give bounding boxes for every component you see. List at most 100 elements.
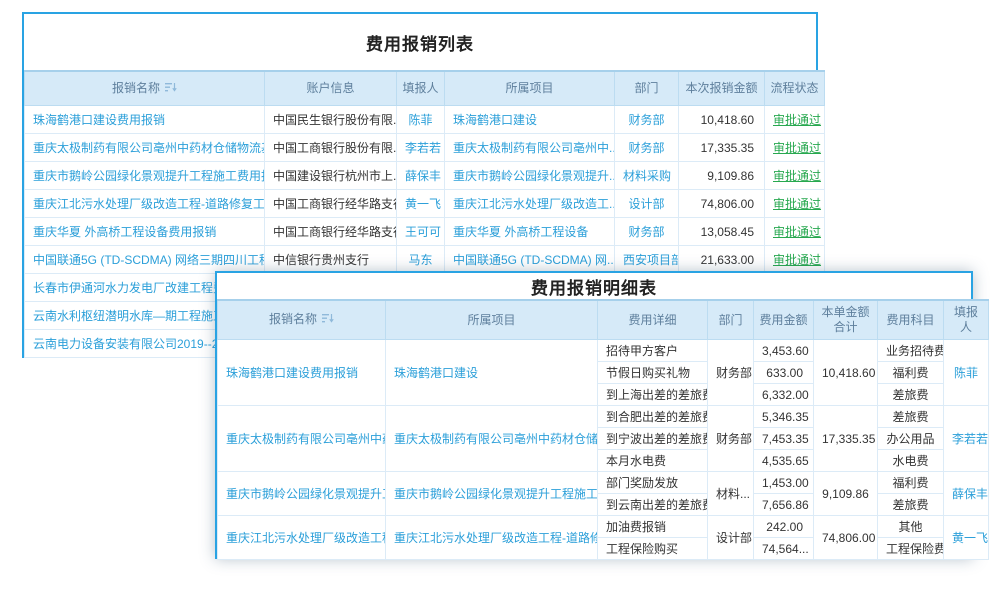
cell-department: 财务部 bbox=[708, 406, 754, 472]
cell-expense-detail: 部门奖励发放 bbox=[598, 472, 708, 494]
cell-project[interactable]: 重庆市鹅岭公园绿化景观提升... bbox=[445, 162, 615, 190]
list-column-label: 流程状态 bbox=[770, 81, 818, 95]
table-row: 重庆太极制药有限公司亳州中药材仓储物流基地项...中国工商银行股份有限...李若… bbox=[25, 134, 825, 162]
cell-expense-detail: 到合肥出差的差旅费 bbox=[598, 406, 708, 428]
list-column-header-7: 流程状态 bbox=[765, 71, 825, 106]
cell-project[interactable]: 重庆太极制药有限公司亳州中药材仓储物流 bbox=[386, 406, 598, 472]
cell-expense-detail: 工程保险购买 bbox=[598, 538, 708, 560]
cell-project[interactable]: 重庆江北污水处理厂级改造工... bbox=[445, 190, 615, 218]
cell-expense-detail: 到宁波出差的差旅费 bbox=[598, 428, 708, 450]
cell-status-link[interactable]: 审批通过 bbox=[765, 218, 825, 246]
cell-expense-detail: 加油费报销 bbox=[598, 516, 708, 538]
table-row: 重庆市鹅岭公园绿化景观提升工程施工费用报销中国建设银行杭州市上...薛保丰重庆市… bbox=[25, 162, 825, 190]
cell-expense-amount: 3,453.60 bbox=[754, 340, 814, 362]
cell-expense-subject: 福利费 bbox=[878, 362, 944, 384]
table-row: 重庆江北污水处理厂级改造工程-道路修复工程费用...中国工商银行经华路支行黄一飞… bbox=[25, 190, 825, 218]
cell-department[interactable]: 材料采购 bbox=[615, 162, 679, 190]
cell-filler[interactable]: 马东 bbox=[397, 246, 445, 274]
cell-department: 设计部 bbox=[708, 516, 754, 560]
cell-report-name[interactable]: 重庆江北污水处理厂级改造工程- bbox=[218, 516, 386, 560]
detail-header-row: 报销名称所属项目费用详细部门费用金额本单金额合计费用科目填报人 bbox=[218, 300, 989, 340]
cell-expense-detail: 本月水电费 bbox=[598, 450, 708, 472]
cell-filler[interactable]: 薛保丰 bbox=[397, 162, 445, 190]
cell-expense-amount: 7,656.86 bbox=[754, 494, 814, 516]
cell-total-amount: 74,806.00 bbox=[814, 516, 878, 560]
cell-filler[interactable]: 李若若 bbox=[944, 406, 989, 472]
cell-department[interactable]: 设计部 bbox=[615, 190, 679, 218]
cell-status-link[interactable]: 审批通过 bbox=[765, 162, 825, 190]
cell-amount: 10,418.60 bbox=[679, 106, 765, 134]
cell-department[interactable]: 财务部 bbox=[615, 218, 679, 246]
cell-status-link[interactable]: 审批通过 bbox=[765, 246, 825, 274]
cell-expense-amount: 4,535.65 bbox=[754, 450, 814, 472]
cell-filler[interactable]: 王可可 bbox=[397, 218, 445, 246]
cell-filler[interactable]: 黄一飞 bbox=[397, 190, 445, 218]
cell-project[interactable]: 重庆太极制药有限公司亳州中... bbox=[445, 134, 615, 162]
cell-account-info: 中国工商银行股份有限... bbox=[265, 134, 397, 162]
cell-report-name[interactable]: 重庆江北污水处理厂级改造工程-道路修复工程费用... bbox=[25, 190, 265, 218]
cell-account-info: 中信银行贵州支行 bbox=[265, 246, 397, 274]
list-column-label: 本次报销金额 bbox=[685, 81, 757, 95]
cell-project[interactable]: 重庆江北污水处理厂级改造工程-道路修复工 bbox=[386, 516, 598, 560]
cell-expense-detail: 招待甲方客户 bbox=[598, 340, 708, 362]
sort-icon[interactable] bbox=[165, 82, 177, 97]
cell-department: 财务部 bbox=[708, 340, 754, 406]
detail-column-header-6: 本单金额合计 bbox=[814, 300, 878, 340]
cell-account-info: 中国工商银行经华路支行 bbox=[265, 190, 397, 218]
list-column-header-4: 所属项目 bbox=[445, 71, 615, 106]
cell-report-name[interactable]: 重庆华夏 外高桥工程设备费用报销 bbox=[25, 218, 265, 246]
detail-column-header-7: 费用科目 bbox=[878, 300, 944, 340]
detail-column-label: 填报人 bbox=[954, 305, 978, 334]
list-header-row: 报销名称账户信息填报人所属项目部门本次报销金额流程状态 bbox=[25, 71, 825, 106]
sort-icon[interactable] bbox=[322, 313, 334, 328]
cell-project[interactable]: 重庆华夏 外高桥工程设备 bbox=[445, 218, 615, 246]
cell-account-info: 中国民生银行股份有限... bbox=[265, 106, 397, 134]
cell-project[interactable]: 珠海鹤港口建设 bbox=[445, 106, 615, 134]
cell-report-name[interactable]: 重庆市鹅岭公园绿化景观提升工程施工费用报销 bbox=[25, 162, 265, 190]
cell-filler[interactable]: 李若若 bbox=[397, 134, 445, 162]
cell-amount: 13,058.45 bbox=[679, 218, 765, 246]
cell-filler[interactable]: 黄一飞 bbox=[944, 516, 989, 560]
cell-report-name[interactable]: 重庆太极制药有限公司亳州中药材仓储物流基地项... bbox=[25, 134, 265, 162]
cell-expense-detail: 到上海出差的差旅费 bbox=[598, 384, 708, 406]
cell-report-name[interactable]: 珠海鹤港口建设费用报销 bbox=[25, 106, 265, 134]
cell-project[interactable]: 珠海鹤港口建设 bbox=[386, 340, 598, 406]
cell-expense-amount: 7,453.35 bbox=[754, 428, 814, 450]
cell-report-name[interactable]: 中国联通5G (TD-SCDMA) 网络三期四川工程费... bbox=[25, 246, 265, 274]
list-column-label: 部门 bbox=[634, 81, 658, 95]
detail-column-label: 本单金额合计 bbox=[821, 305, 869, 334]
cell-department[interactable]: 财务部 bbox=[615, 134, 679, 162]
cell-report-name[interactable]: 重庆太极制药有限公司亳州中药材 bbox=[218, 406, 386, 472]
cell-expense-amount: 1,453.00 bbox=[754, 472, 814, 494]
cell-expense-detail: 到云南出差的差旅费 bbox=[598, 494, 708, 516]
cell-status-link[interactable]: 审批通过 bbox=[765, 106, 825, 134]
table-row: 珠海鹤港口建设费用报销珠海鹤港口建设招待甲方客户财务部3,453.6010,41… bbox=[218, 340, 989, 362]
cell-expense-amount: 5,346.35 bbox=[754, 406, 814, 428]
expense-detail-header: 报销名称所属项目费用详细部门费用金额本单金额合计费用科目填报人 bbox=[218, 300, 989, 340]
cell-department[interactable]: 财务部 bbox=[615, 106, 679, 134]
detail-column-label: 部门 bbox=[718, 313, 742, 327]
cell-status-link[interactable]: 审批通过 bbox=[765, 190, 825, 218]
cell-department[interactable]: 西安项目部 bbox=[615, 246, 679, 274]
cell-department: 材料... bbox=[708, 472, 754, 516]
cell-amount: 74,806.00 bbox=[679, 190, 765, 218]
cell-report-name[interactable]: 珠海鹤港口建设费用报销 bbox=[218, 340, 386, 406]
list-column-header-2: 账户信息 bbox=[265, 71, 397, 106]
cell-expense-amount: 242.00 bbox=[754, 516, 814, 538]
cell-project[interactable]: 中国联通5G (TD-SCDMA) 网... bbox=[445, 246, 615, 274]
cell-status-link[interactable]: 审批通过 bbox=[765, 134, 825, 162]
cell-filler[interactable]: 薛保丰 bbox=[944, 472, 989, 516]
cell-filler[interactable]: 陈菲 bbox=[397, 106, 445, 134]
detail-column-label: 报销名称 bbox=[269, 312, 317, 326]
cell-expense-subject: 福利费 bbox=[878, 472, 944, 494]
expense-detail-table: 报销名称所属项目费用详细部门费用金额本单金额合计费用科目填报人 珠海鹤港口建设费… bbox=[217, 299, 989, 560]
cell-filler[interactable]: 陈菲 bbox=[944, 340, 989, 406]
expense-detail-card: 费用报销明细表 报销名称所属项目费用详细部门费用金额本单金额合计费用科目填报人 … bbox=[215, 271, 973, 559]
table-row: 珠海鹤港口建设费用报销中国民生银行股份有限...陈菲珠海鹤港口建设财务部10,4… bbox=[25, 106, 825, 134]
table-row: 重庆市鹅岭公园绿化景观提升工程重庆市鹅岭公园绿化景观提升工程施工部门奖励发放材料… bbox=[218, 472, 989, 494]
detail-column-label: 费用金额 bbox=[759, 313, 807, 327]
list-column-label: 所属项目 bbox=[505, 81, 553, 95]
cell-project[interactable]: 重庆市鹅岭公园绿化景观提升工程施工 bbox=[386, 472, 598, 516]
cell-expense-amount: 633.00 bbox=[754, 362, 814, 384]
cell-report-name[interactable]: 重庆市鹅岭公园绿化景观提升工程 bbox=[218, 472, 386, 516]
